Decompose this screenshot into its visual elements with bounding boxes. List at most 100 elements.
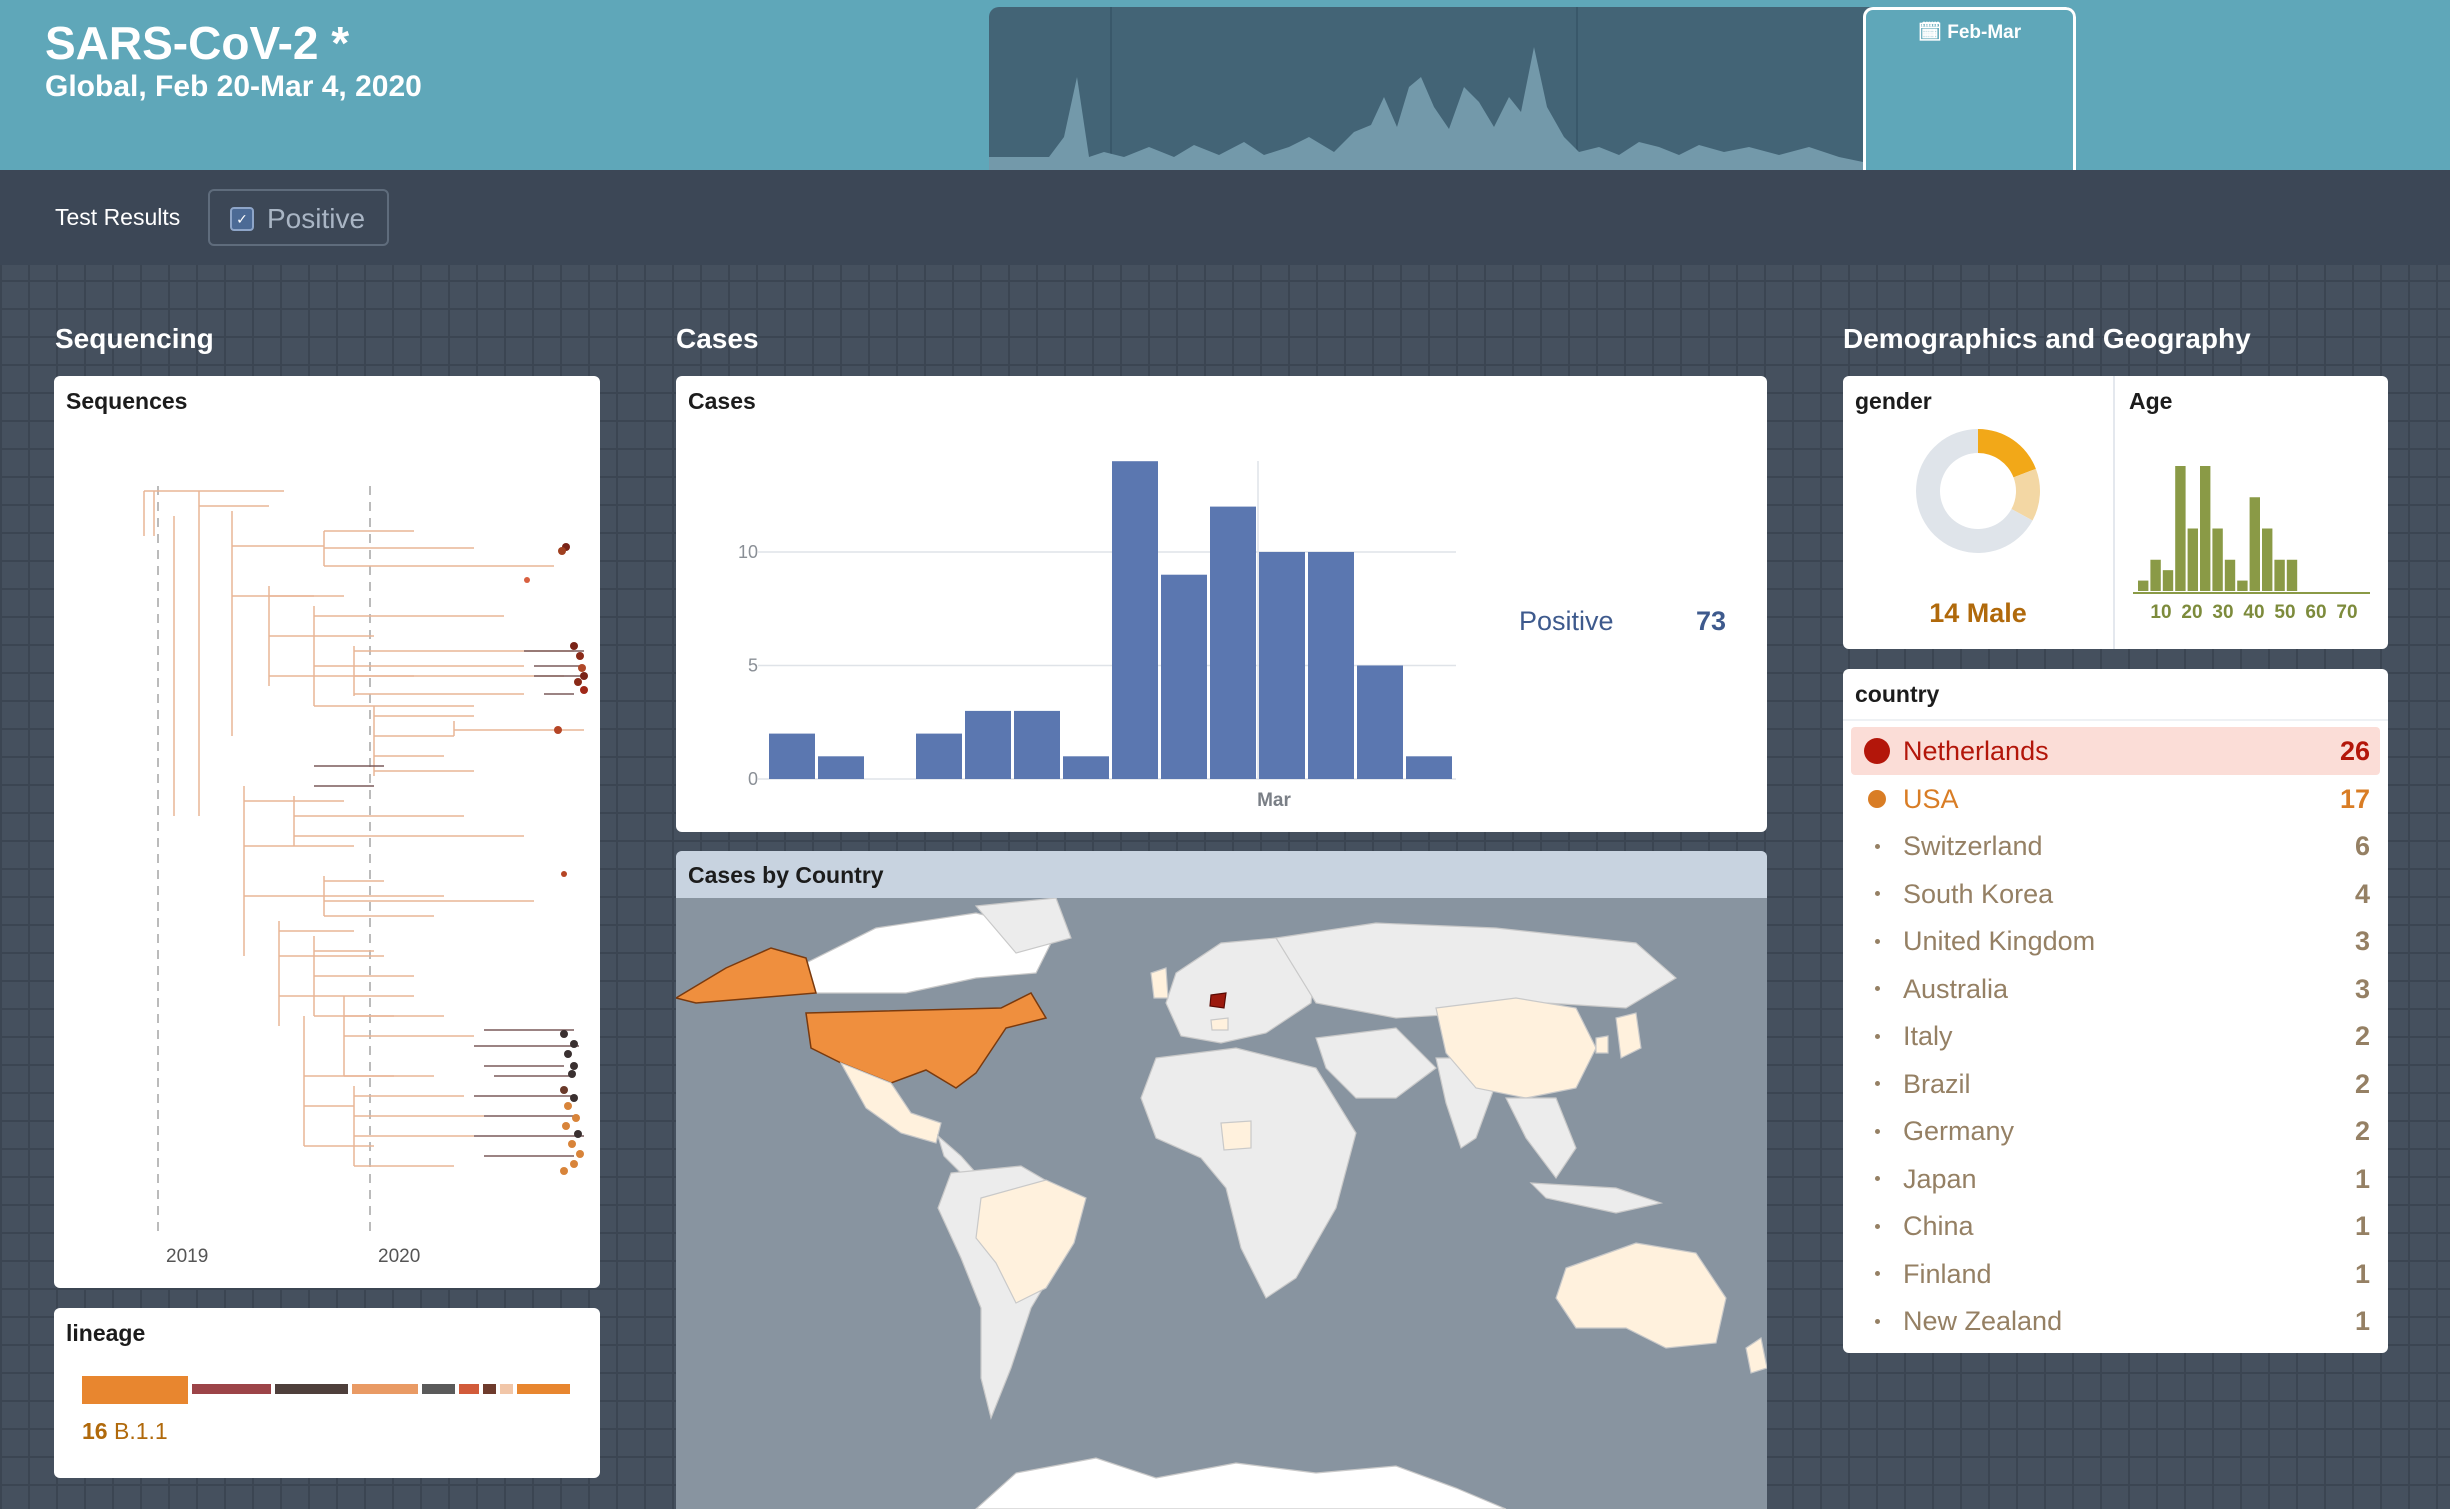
country-dot-icon: [1868, 789, 1886, 808]
cases-bar[interactable]: [1210, 506, 1256, 779]
country-dot-icon: [1874, 843, 1880, 849]
cases-bar[interactable]: [769, 733, 815, 779]
world-map[interactable]: [676, 898, 1767, 1509]
cases-bar[interactable]: [1161, 574, 1207, 779]
lineage-segment[interactable]: [351, 1384, 418, 1394]
country-row[interactable]: Italy 2: [1851, 1012, 2380, 1060]
map-switzerland: [1210, 1017, 1229, 1031]
phylogenetic-tree[interactable]: [54, 376, 600, 1288]
country-name: Australia: [1903, 973, 2009, 1004]
country-dot-icon: [1874, 1176, 1880, 1181]
map-uk: [1150, 967, 1169, 999]
lineage-segment[interactable]: [275, 1384, 348, 1394]
age-bar[interactable]: [2162, 570, 2174, 591]
map-australia: [1555, 1242, 1727, 1349]
country-row[interactable]: Netherlands 26: [1851, 727, 2380, 775]
country-name: Italy: [1903, 1021, 1953, 1051]
age-bar[interactable]: [2237, 580, 2248, 591]
age-tick-label: 10: [2150, 602, 2171, 623]
age-bar[interactable]: [2274, 559, 2285, 591]
timeline-brush-selection[interactable]: 🗓 Feb-Mar: [1863, 7, 2076, 170]
country-name: Switzerland: [1903, 831, 2043, 861]
cases-bar[interactable]: [818, 756, 864, 779]
country-row[interactable]: Finland 1: [1851, 1250, 2380, 1298]
map-middle-east: [1315, 1027, 1437, 1099]
lineage-segment[interactable]: [421, 1384, 455, 1394]
age-bar[interactable]: [2249, 497, 2260, 591]
lineage-segment[interactable]: [499, 1384, 514, 1394]
country-row[interactable]: South Korea 4: [1851, 870, 2380, 918]
map-japan: [1615, 1012, 1642, 1059]
map-netherlands: [1209, 992, 1227, 1009]
lineage-segment[interactable]: [191, 1384, 272, 1394]
age-histogram[interactable]: 10 20 30 40 50 60 70: [2115, 376, 2388, 649]
country-row[interactable]: Brazil 2: [1851, 1060, 2380, 1108]
card-title: lineage: [66, 1320, 146, 1346]
country-row[interactable]: Germany 2: [1851, 1107, 2380, 1155]
tree-branches-dark: [314, 650, 584, 1157]
cases-bar[interactable]: [1112, 461, 1158, 779]
donut-slice[interactable]: [1978, 429, 2036, 478]
age-bar[interactable]: [2262, 528, 2273, 592]
axis-tick-2020: 2020: [378, 1246, 421, 1267]
map-usa: [805, 992, 1048, 1089]
country-count: 17: [2339, 783, 2370, 814]
map-nigeria: [1220, 1120, 1252, 1151]
age-bar[interactable]: [2175, 466, 2186, 591]
lineage-card: lineage 16 B.1.1: [54, 1308, 600, 1478]
country-card: country Netherlands 26 USA 17 Switzerland 6 So…: [1843, 669, 2388, 1353]
age-bar[interactable]: [2200, 466, 2211, 591]
cases-bar[interactable]: [1357, 665, 1403, 780]
filter-label: Test Results: [55, 204, 181, 230]
cases-card: Cases 0 5 10 Mar Positive 73: [676, 376, 1767, 832]
card-title: Cases by Country: [688, 862, 884, 888]
country-row[interactable]: Japan 1: [1851, 1155, 2380, 1203]
map-new-zealand: [1745, 1337, 1767, 1374]
cases-bar[interactable]: [916, 733, 962, 779]
cases-bar[interactable]: [1259, 552, 1305, 779]
gender-donut-chart[interactable]: [1843, 376, 2113, 596]
lineage-segment[interactable]: [482, 1384, 496, 1394]
filter-chip-positive[interactable]: ✓ Positive: [208, 189, 389, 246]
app-title: SARS-CoV-2 *: [45, 17, 350, 69]
age-bar[interactable]: [2286, 559, 2298, 591]
cases-bar[interactable]: [1406, 756, 1452, 779]
age-tick-label: 70: [2336, 602, 2357, 623]
tree-branches: [143, 490, 584, 1167]
cases-bar[interactable]: [1063, 756, 1109, 779]
cases-bar[interactable]: [1308, 552, 1354, 779]
age-bar[interactable]: [2224, 559, 2236, 591]
country-name: United Kingdom: [1903, 926, 2096, 956]
checkbox-icon[interactable]: ✓: [230, 207, 254, 231]
age-bar[interactable]: [2187, 528, 2198, 592]
country-count: 1: [2354, 1258, 2370, 1289]
map-south-korea: [1595, 1035, 1609, 1054]
country-row[interactable]: United Kingdom 3: [1851, 917, 2380, 965]
lineage-segment[interactable]: [517, 1384, 570, 1394]
lineage-segment[interactable]: [82, 1376, 188, 1404]
filter-bar: Test Results ✓ Positive: [0, 170, 2450, 265]
cases-bar[interactable]: [965, 710, 1011, 779]
timeline-brush-chart[interactable]: 🗓 Feb-Mar: [989, 7, 2076, 170]
country-row[interactable]: New Zealand 1: [1851, 1297, 2380, 1345]
cases-bar-chart[interactable]: 0 5 10 Mar: [676, 376, 1476, 832]
age-bar[interactable]: [2138, 580, 2149, 591]
cases-by-country-card: Cases by Country: [676, 851, 1767, 1509]
lineage-stacked-bar[interactable]: [82, 1376, 570, 1404]
legend-label-positive[interactable]: Positive: [1519, 606, 1614, 637]
cases-bar[interactable]: [1014, 710, 1060, 779]
map-alaska: [676, 947, 817, 1004]
country-name: New Zealand: [1903, 1306, 2063, 1336]
country-row[interactable]: China 1: [1851, 1202, 2380, 1250]
lineage-segment[interactable]: [458, 1384, 479, 1394]
country-dot-icon: [1874, 1033, 1880, 1039]
country-row[interactable]: USA 17: [1851, 775, 2380, 823]
country-count: 1: [2354, 1211, 2370, 1241]
country-row[interactable]: Switzerland 6: [1851, 822, 2380, 870]
x-tick-label: Mar: [1257, 790, 1291, 811]
country-name: USA: [1903, 783, 1959, 814]
age-bar[interactable]: [2150, 559, 2161, 591]
country-row[interactable]: Australia 3: [1851, 965, 2380, 1013]
age-bar[interactable]: [2212, 528, 2223, 592]
country-name: South Korea: [1903, 878, 2054, 909]
